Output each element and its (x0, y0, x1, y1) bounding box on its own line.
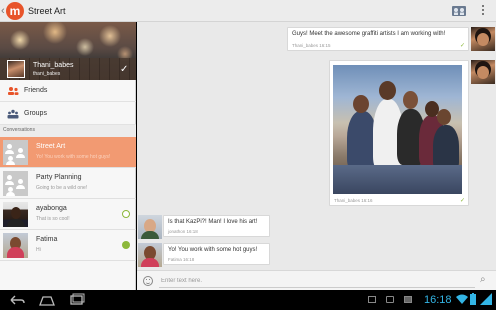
checkmark-icon[interactable]: ✓ (120, 64, 128, 75)
app-root: ‹ m Street Art Thani_babes thani_babes ✓… (0, 0, 496, 310)
group-members-icon[interactable] (451, 5, 467, 17)
status-clock: 16:18 (424, 294, 452, 306)
sender-avatar[interactable] (471, 60, 495, 84)
delivered-check-icon: ✓ (459, 43, 465, 49)
sidebar-item-friends[interactable]: Friends (0, 80, 136, 102)
group-avatar (3, 140, 28, 165)
emoji-icon[interactable] (143, 276, 153, 286)
conversation-name: Street Art (36, 143, 66, 150)
conversation-preview: Going to be a wild one! (36, 185, 88, 191)
message-bubble-outgoing[interactable]: Guys! Meet the awesome graffiti artists … (287, 27, 469, 51)
presence-online-indicator (122, 241, 130, 249)
gallery-notification-icon (386, 296, 394, 303)
profile-header[interactable]: Thani_babes thani_babes ✓ (0, 22, 136, 80)
attach-icon[interactable]: ⌕ (480, 274, 486, 285)
home-icon[interactable] (38, 293, 56, 307)
conversation-name: Party Planning (36, 174, 82, 181)
conversations-header: Conversations (0, 125, 136, 137)
chat-panel[interactable]: Guys! Meet the awesome graffiti artists … (137, 22, 496, 270)
friends-icon (8, 87, 19, 95)
app-logo-icon[interactable]: m (6, 2, 24, 20)
profile-name: Thani_babes (33, 62, 74, 69)
wifi-icon (456, 294, 468, 304)
compose-bar: ⌕ (137, 270, 496, 290)
message-text: Is that KazPi?! Man! I love his art! (168, 219, 258, 225)
conversation-name: Fatima (36, 236, 58, 243)
message-text: Guys! Meet the awesome graffiti artists … (292, 31, 446, 37)
recent-apps-icon[interactable] (68, 293, 86, 307)
message-text: Yo! You work with some hot guys! (168, 247, 258, 253)
section-title: Conversations (3, 127, 35, 133)
screenshot-notification-icon (368, 296, 376, 303)
sidebar: Thani_babes thani_babes ✓ Friends Groups… (0, 22, 136, 290)
group-avatar (3, 171, 28, 196)
sidebar-item-label: Groups (24, 110, 47, 117)
sidebar-item-groups[interactable]: Groups (0, 103, 136, 125)
message-meta: jonathon 16:18 (168, 229, 198, 234)
battery-icon (470, 293, 476, 305)
conversation-item[interactable]: Party Planning Going to be a wild one! (0, 168, 136, 199)
profile-status: thani_babes (33, 71, 61, 77)
conversation-preview: Hi (36, 247, 41, 253)
shared-photo[interactable] (333, 65, 462, 194)
conversation-item[interactable]: ayabonga That is so cool! (0, 199, 136, 230)
message-bubble-incoming[interactable]: Is that KazPi?! Man! I love his art! jon… (163, 215, 270, 237)
back-icon[interactable] (8, 293, 26, 307)
message-meta: Fatima 16:18 (168, 257, 195, 262)
conversation-name: ayabonga (36, 205, 67, 212)
groups-icon (7, 109, 19, 119)
message-meta: Thani_babes 16:16 (334, 198, 373, 203)
sender-avatar[interactable] (138, 243, 162, 267)
sender-avatar[interactable] (471, 27, 495, 51)
message-photo-outgoing[interactable]: Thani_babes 16:16 ✓ (329, 60, 469, 206)
message-bubble-incoming[interactable]: Yo! You work with some hot guys! Fatima … (163, 243, 270, 265)
action-bar: ‹ m Street Art (0, 0, 496, 22)
conversation-preview: Yo! You work with some hot guys! (36, 154, 111, 160)
conversation-item[interactable]: Fatima Hi (0, 230, 136, 261)
signal-icon (480, 293, 492, 305)
delivered-check-icon: ✓ (459, 198, 465, 204)
download-notification-icon (404, 296, 412, 303)
conversation-item[interactable]: Street Art Yo! You work with some hot gu… (0, 137, 136, 168)
sender-avatar[interactable] (138, 215, 162, 239)
chat-title: Street Art (28, 6, 66, 16)
presence-away-indicator (122, 210, 130, 218)
message-input[interactable] (159, 274, 475, 288)
contact-avatar (3, 202, 28, 227)
system-nav-bar: 16:18 (0, 290, 496, 310)
contact-avatar (3, 233, 28, 258)
overflow-menu-icon[interactable] (479, 4, 487, 18)
profile-avatar[interactable] (7, 60, 25, 78)
sidebar-item-label: Friends (24, 87, 48, 94)
conversation-preview: That is so cool! (36, 216, 70, 222)
message-meta: Thani_babes 16:15 (292, 43, 331, 48)
